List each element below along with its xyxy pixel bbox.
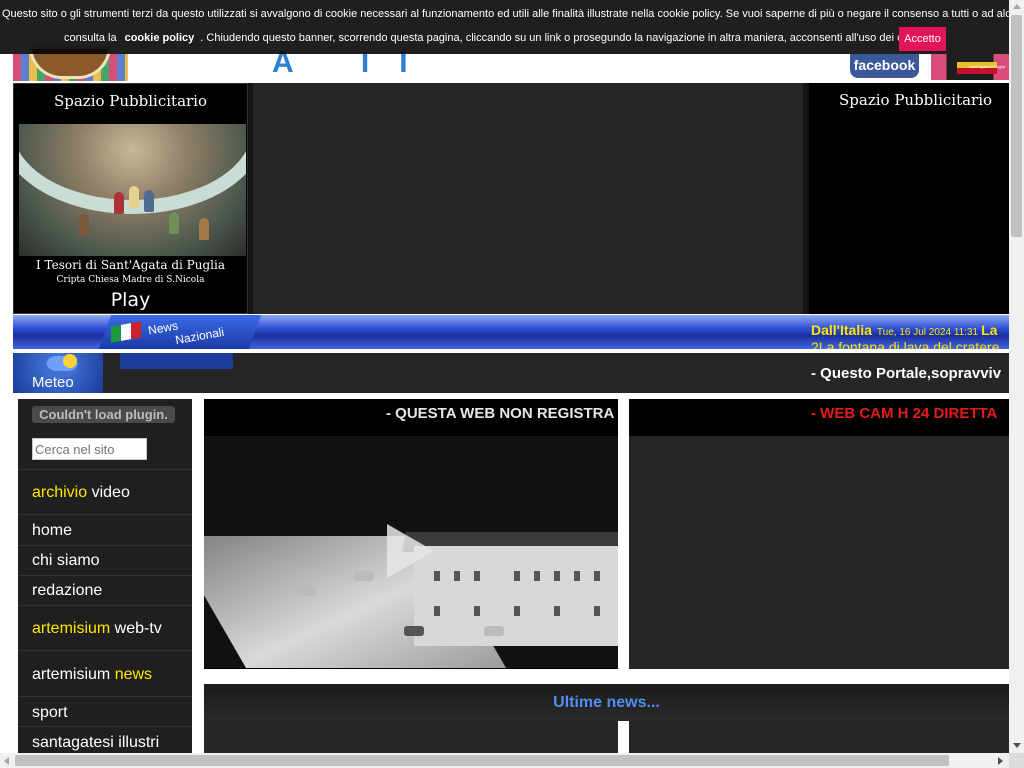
sidebar: Couldn't load plugin. archivio video hom… [18,399,192,753]
video-play-icon[interactable] [387,524,434,578]
page-viewport: A II facebook Sant'Agata di Puglia Spazi… [0,0,1009,753]
scroll-down-icon[interactable] [1013,743,1021,748]
horizontal-scroll-thumb[interactable] [15,755,949,766]
ultime-news-heading: Ultime news... [204,684,1009,721]
sun-icon [63,354,77,368]
sidebar-item-santagatesi-illustri[interactable]: santagatesi illustri [32,734,159,752]
nav-divider [18,605,192,606]
news-column-left [204,721,618,753]
scroll-right-icon[interactable] [998,757,1003,765]
nav-divider [18,514,192,515]
accept-cookies-button[interactable]: Accetto [899,27,946,51]
ad-right-title: Spazio Pubblicitario [839,91,993,109]
ad-left-caption: Cripta Chiesa Madre di S.Nicola [56,275,205,285]
ad-right[interactable]: Spazio Pubblicitario [809,83,1009,314]
ticker-date: Tue, 16 Jul 2024 11:31 [876,327,979,338]
sidebar-item-redazione[interactable]: redazione [32,582,102,600]
news-ticker-band: News Nazionali Dall'Italia Tue, 16 Jul 20… [13,315,1009,349]
plugin-error-message: Couldn't load plugin. [32,406,175,423]
webcam-building-image [414,546,618,646]
ads-row: Spazio Pubblicitario I Tesori di Sant'Ag… [13,83,1009,314]
webcam-video-panel: - QUESTA WEB NON REGISTRA [204,399,618,669]
cookie-policy-link[interactable]: cookie policy [125,32,195,44]
webcam-live-panel: - WEB CAM H 24 DIRETTA [629,399,1009,669]
meteo-band: Meteo - Questo Portale,sopravviv [13,353,1009,393]
meteo-ticker[interactable]: - Questo Portale,sopravviv [811,365,1001,382]
scroll-left-icon[interactable] [4,757,9,765]
sidebar-item-artemisium-web-tv[interactable]: artemisium web-tv [32,620,162,638]
site-logo-left[interactable] [13,46,128,81]
vertical-scrollbar[interactable] [1009,0,1024,753]
meteo-badge[interactable]: Meteo [13,353,103,393]
video-panel-header: - QUESTA WEB NON REGISTRA [204,399,618,436]
nav-divider [18,545,192,546]
ticker-source: Dall'Italia [811,322,872,338]
cookie-banner-text: Questo sito o gli strumenti terzi da que… [2,8,1009,20]
crypt-fresco-image [19,124,246,256]
scroll-up-icon[interactable] [1013,4,1021,9]
nav-divider [18,469,192,470]
sidebar-item-chi-siamo[interactable]: chi siamo [32,552,100,570]
ad-left-subtitle: I Tesori di Sant'Agata di Puglia [36,258,225,272]
vertical-scroll-thumb[interactable] [1011,15,1022,237]
cookie-banner-text-2: consulta la cookie policy. Chiudendo ques… [64,32,929,44]
news-column-right [629,721,1009,753]
sidebar-item-artemisium-news[interactable]: artemisium news [32,666,152,684]
webcam-video[interactable] [204,436,618,668]
ad-play-label[interactable]: Play [14,289,247,311]
nav-divider [18,650,192,651]
cookie-banner: Questo sito o gli strumenti terzi da que… [0,0,1009,54]
nav-divider [18,726,192,727]
site-header: A II facebook Sant'Agata di Puglia [0,46,1009,82]
sidebar-item-home[interactable]: home [32,522,72,540]
facebook-button[interactable]: facebook [850,54,919,78]
ticker-headline: La [981,322,998,338]
site-search-input[interactable] [32,438,147,460]
ticker-headline-2[interactable]: 2La fontana di lava del cratere [811,339,999,349]
nav-divider [18,575,192,576]
ad-left-title: Spazio Pubblicitario [53,92,208,110]
sidebar-item-archivio-video[interactable]: archivio video [32,484,130,502]
scrollbar-corner [1009,753,1024,768]
meteo-tab[interactable] [120,353,233,369]
sidebar-item-sport[interactable]: sport [32,704,68,722]
meteo-label: Meteo [32,374,74,391]
live-panel-header: - WEB CAM H 24 DIRETTA [629,399,1009,436]
ad-left[interactable]: Spazio Pubblicitario I Tesori di Sant'Ag… [13,83,248,314]
site-logo-right[interactable]: Sant'Agata di Puglia [931,54,1009,80]
center-banner-panel [253,83,803,314]
logo-right-text: Sant'Agata di Puglia [969,64,1005,69]
horizontal-scrollbar[interactable] [0,753,1009,768]
nav-divider [18,696,192,697]
